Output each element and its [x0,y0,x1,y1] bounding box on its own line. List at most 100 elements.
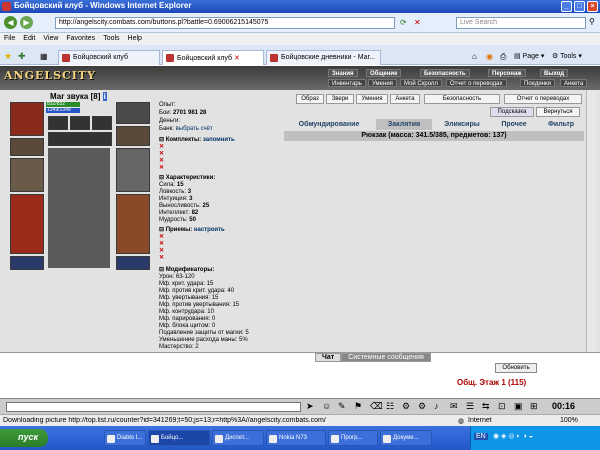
stop-icon[interactable]: ✕ [414,18,421,27]
belt-slot[interactable] [10,256,44,270]
send-icon[interactable]: ➤ [306,401,314,412]
tab-close-icon[interactable]: ✕ [234,55,240,62]
game-scrollbar[interactable] [586,90,596,352]
tab-zaklyatiya[interactable]: Заклятия [376,119,432,130]
subnav-poedinki[interactable]: Поединки [520,79,555,87]
bezopasnost-button[interactable]: Безопасность [424,94,500,104]
legs-slot[interactable] [116,194,150,254]
sound-icon[interactable]: ♪ [434,401,439,411]
filter-icon[interactable]: ⚙ [402,401,410,412]
return-button[interactable]: Вернуться [536,107,580,117]
remember-link[interactable]: запомнить [203,137,235,143]
back-button[interactable]: ◀ [4,16,17,29]
earring-slot[interactable] [116,102,150,124]
task-programs[interactable]: Прогр... [328,430,378,446]
tab-prochee[interactable]: Прочее [492,119,536,130]
subnav-moy-skroll[interactable]: Мой Скролл [400,79,442,87]
task-boytsy[interactable]: Бойцо... [148,430,210,446]
tab-2[interactable]: Бойцовский клуб ✕ [162,50,264,65]
rune-slots[interactable] [48,132,112,146]
chat-input[interactable] [6,402,301,412]
subnav-inventar[interactable]: Инвентарь [328,79,366,87]
start-button[interactable]: пуск [0,429,48,447]
hint-button[interactable]: Подсказка [490,107,534,117]
tab-1[interactable]: Бойцовский клуб [58,50,160,65]
maximize-button[interactable]: □ [574,1,585,12]
language-indicator[interactable]: EN [474,433,488,440]
task-diablo[interactable]: Diablo I... [104,430,146,446]
refresh-button[interactable]: Обновить [495,363,537,373]
zveri-button[interactable]: Звери [326,94,354,104]
tab-filtr[interactable]: Фильтр [538,119,584,130]
nav-personazh[interactable]: Персонаж [488,69,526,77]
tab-eliksiry[interactable]: Эликсиры [434,119,490,130]
tray-icons[interactable]: ◉ ◈ ◎ ◐ ◑ ◒ [493,432,533,440]
nav-vyhod[interactable]: Выход [540,69,569,77]
obraz-button[interactable]: Образ [296,94,324,104]
quick-tabs-icon[interactable]: ▦ [40,52,48,61]
umeniya-button[interactable]: Умения [356,94,388,104]
nav-obschenie[interactable]: Общение [366,69,402,77]
menu-tools[interactable]: Tools [99,33,123,44]
refresh-icon[interactable]: ⟳ [400,18,407,27]
book-icon[interactable]: ▣ [514,401,523,412]
pen-icon[interactable]: ✎ [338,401,346,412]
boots-slot[interactable] [116,256,150,270]
page-menu[interactable]: ▤ Page ▾ [514,52,544,60]
smiles-icon[interactable]: ☺ [322,401,331,411]
subnav-otchet[interactable]: Отчет о переводах [446,79,507,87]
menu-edit[interactable]: Edit [19,33,39,44]
bracer-slot[interactable] [10,138,44,156]
weapon-slot[interactable] [10,158,44,192]
ring-slot-1[interactable] [70,116,90,130]
task-dispetcher[interactable]: Диспет... [212,430,264,446]
menu-favorites[interactable]: Favorites [62,33,99,44]
shield-slot[interactable] [116,148,150,192]
url-input[interactable]: http://angelscity.combats.com/buttons.pl… [55,17,395,29]
mail-icon[interactable]: ✉ [450,401,458,412]
feeds-icon[interactable]: ◉ [486,52,493,61]
anketa-button[interactable]: Анкета [390,94,420,104]
clear-icon[interactable]: ⌫ [370,401,383,412]
tab-obmundirovanie[interactable]: Обмундирование [284,119,374,130]
task-nokia[interactable]: Nokia N73 [266,430,326,446]
gloves-slot[interactable] [116,126,150,146]
flag-icon[interactable]: ⚑ [354,401,362,412]
trade-icon[interactable]: ⇆ [482,401,490,412]
zoom-level[interactable]: 100% [560,417,578,424]
menu-view[interactable]: View [39,33,62,44]
search-input[interactable]: Live Search [456,17,586,29]
lock-icon[interactable]: ⊡ [498,401,506,412]
map-icon[interactable]: ⊞ [530,401,538,412]
forward-button[interactable]: ▶ [20,16,33,29]
ring-slot-2[interactable] [92,116,112,130]
tools-menu[interactable]: ⚙ Tools ▾ [552,52,582,60]
configure-link[interactable]: настроить [194,227,225,233]
minimize-button[interactable]: _ [561,1,572,12]
tab-system-messages[interactable]: Системные сообщения [341,353,431,362]
tab-chat[interactable]: Чат [315,353,342,362]
home-icon[interactable]: ⌂ [472,52,477,61]
favorites-star-icon[interactable]: ★ [4,51,12,62]
subnav-anketa[interactable]: Анкета [560,79,588,87]
settings-icon[interactable]: ⚙ [418,401,426,412]
group-icon[interactable]: ☰ [466,401,474,412]
transfers-report-button[interactable]: Отчет о переводах [504,94,582,104]
bank-select-link[interactable]: выбрать счёт [176,126,213,132]
armor-slot[interactable] [10,194,44,254]
nav-bezopasnost[interactable]: Безопасность [420,69,470,77]
menu-help[interactable]: Help [124,33,146,44]
print-icon[interactable]: ⎙ [500,52,506,62]
info-icon[interactable]: i [102,92,107,101]
menu-file[interactable]: File [0,33,19,44]
amulet-slot[interactable] [48,116,68,130]
task-documents[interactable]: Докуме... [380,430,432,446]
tab-3[interactable]: Бойцовские дневники - Маг... [266,50,381,65]
search-icon[interactable]: ⚲ [589,17,595,26]
close-button[interactable]: × [587,1,598,12]
helmet-slot[interactable] [10,102,44,136]
nav-znaniya[interactable]: Знания [328,69,358,77]
add-favorite-icon[interactable]: ✚ [18,51,26,62]
people-icon[interactable]: ☷ [386,401,394,412]
subnav-umeniya[interactable]: Умения [368,79,397,87]
